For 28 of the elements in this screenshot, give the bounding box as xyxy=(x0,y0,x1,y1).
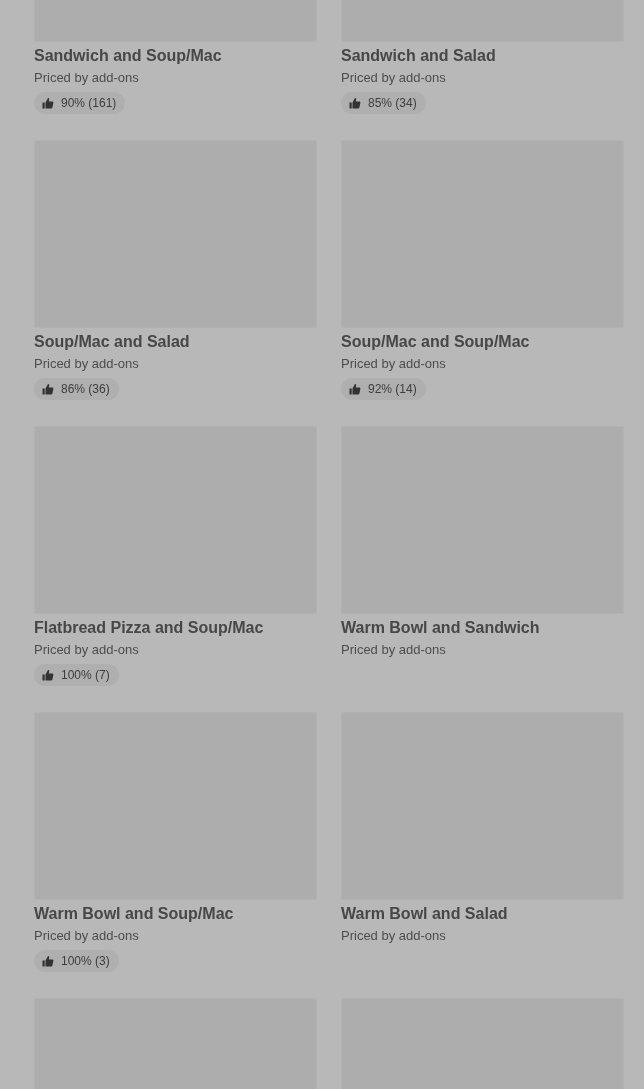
price-note: Priced by add-ons xyxy=(341,355,446,373)
thumbs-up-icon xyxy=(42,97,54,109)
item-title: Warm Bowl and Sandwich xyxy=(341,618,540,638)
item-title: Sandwich and Soup/Mac xyxy=(34,46,222,66)
item-title: Warm Bowl and Soup/Mac xyxy=(34,904,234,924)
rating-badge: 85% (34) xyxy=(341,92,426,114)
rating-badge: 86% (36) xyxy=(34,378,119,400)
price-note: Priced by add-ons xyxy=(341,927,446,945)
item-title: Soup/Mac and Soup/Mac xyxy=(341,332,530,352)
item-title: Soup/Mac and Salad xyxy=(34,332,190,352)
price-note: Priced by add-ons xyxy=(34,69,139,87)
price-note: Priced by add-ons xyxy=(341,641,446,659)
thumbs-up-icon xyxy=(349,97,361,109)
thumbs-up-icon xyxy=(42,955,54,967)
thumbs-up-icon xyxy=(349,383,361,395)
thumbs-up-icon xyxy=(42,669,54,681)
rating-badge: 100% (3) xyxy=(34,950,119,972)
thumbs-up-icon xyxy=(42,383,54,395)
item-title: Sandwich and Salad xyxy=(341,46,496,66)
rating-badge: 92% (14) xyxy=(341,378,426,400)
item-title: Warm Bowl and Salad xyxy=(341,904,508,924)
rating-badge: 100% (7) xyxy=(34,664,119,686)
rating-badge: 90% (161) xyxy=(34,92,126,114)
item-title: Flatbread Pizza and Soup/Mac xyxy=(34,618,264,638)
price-note: Priced by add-ons xyxy=(34,641,139,659)
price-note: Priced by add-ons xyxy=(34,355,139,373)
price-note: Priced by add-ons xyxy=(341,69,446,87)
price-note: Priced by add-ons xyxy=(34,927,139,945)
